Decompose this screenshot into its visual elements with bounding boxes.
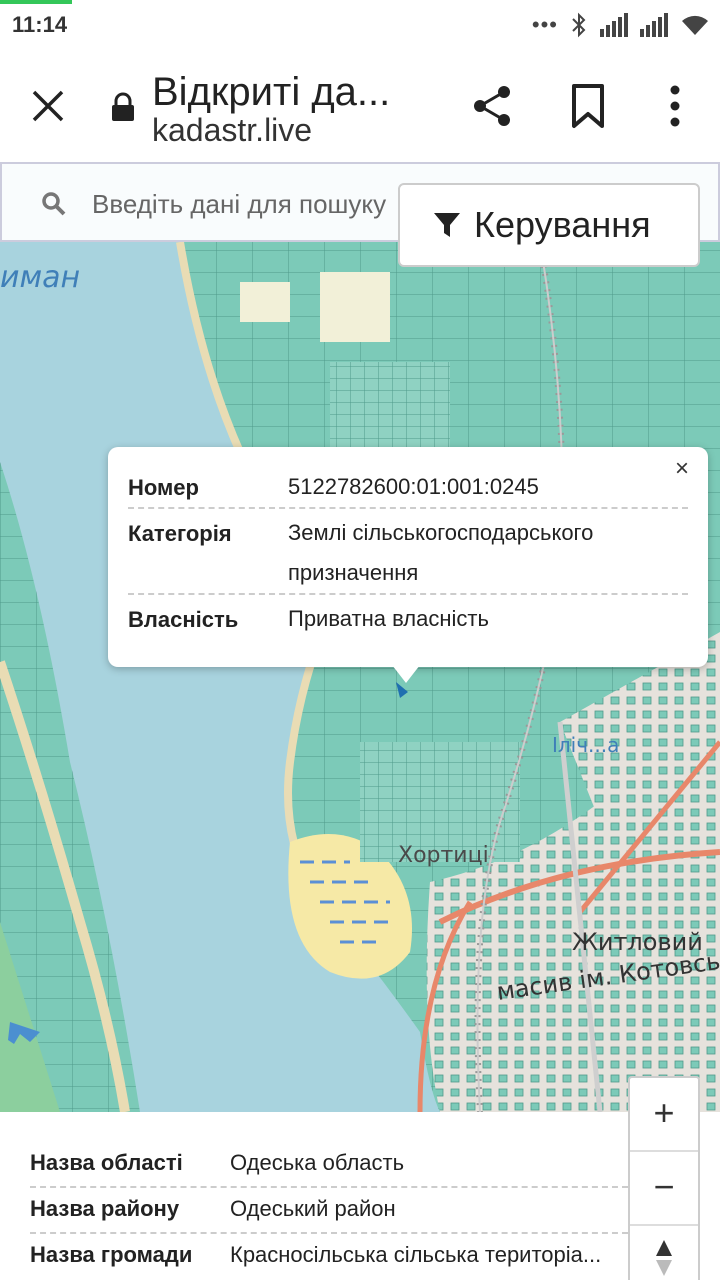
info-row-community: Назва громади Красносільська сільська те…	[30, 1234, 628, 1278]
filter-icon	[434, 213, 460, 237]
info-value: Красносільська сільська територіа...	[230, 1242, 602, 1267]
zoom-in-button[interactable]: +	[630, 1078, 698, 1148]
popup-divider	[128, 507, 688, 509]
search-input[interactable]	[92, 182, 412, 226]
info-row-region: Назва області Одеська область	[30, 1142, 628, 1186]
share-icon[interactable]	[468, 82, 516, 130]
info-value: Одеський район	[230, 1196, 396, 1221]
search-icon	[42, 192, 66, 216]
screen: 11:14 ••• Відкриті да... kadastr.live им…	[0, 0, 720, 1280]
popup-value: Приватна власність	[288, 606, 489, 631]
popup-tip	[392, 665, 420, 683]
popup-value: Землі сільськогосподарського призначення	[288, 520, 594, 585]
status-icons: •••	[532, 12, 710, 38]
signal-icon-2	[640, 13, 668, 37]
popup-key: Власність	[128, 607, 239, 632]
wifi-icon	[682, 15, 708, 35]
popup-value: 5122782600:01:001:0245	[288, 474, 539, 499]
page-url[interactable]: kadastr.live	[152, 112, 312, 149]
popup-key: Категорія	[128, 521, 232, 546]
popup-key: Номер	[128, 475, 199, 500]
info-value: Одеська область	[230, 1150, 405, 1175]
browser-toolbar: Відкриті да... kadastr.live	[0, 52, 720, 162]
zoom-controls: + −	[628, 1076, 700, 1280]
parcel-popup: × Номер 5122782600:01:001:0245 Категорія…	[108, 447, 708, 683]
zoom-out-button[interactable]: −	[630, 1152, 698, 1222]
info-row-district: Назва району Одеський район	[30, 1188, 628, 1232]
bookmark-icon[interactable]	[566, 82, 610, 130]
info-key: Назва області	[30, 1150, 183, 1175]
control-button-label: Керування	[474, 204, 651, 245]
control-button[interactable]: Керування	[398, 183, 700, 267]
compass-icon	[656, 1240, 672, 1276]
lock-icon	[112, 92, 134, 121]
map-label-liman: иман	[0, 260, 80, 295]
status-bar: 11:14 •••	[0, 0, 720, 52]
info-key: Назва громади	[30, 1242, 193, 1267]
page-title: Відкриті да...	[152, 70, 391, 114]
info-key: Назва району	[30, 1196, 180, 1221]
more-dots-icon: •••	[531, 12, 558, 37]
close-icon[interactable]	[26, 84, 70, 128]
bluetooth-icon	[572, 12, 586, 38]
popup-divider	[128, 593, 688, 595]
map-label-khortytsi: Хортиці	[398, 843, 489, 868]
info-table: Назва області Одеська область Назва райо…	[0, 1112, 628, 1280]
signal-icon	[600, 13, 628, 37]
page-load-progress	[0, 0, 72, 4]
status-time: 11:14	[12, 12, 68, 37]
map-label-ilichivka: Іліч...а	[552, 733, 619, 757]
compass-button[interactable]	[630, 1226, 698, 1280]
more-menu-icon[interactable]	[660, 82, 690, 130]
